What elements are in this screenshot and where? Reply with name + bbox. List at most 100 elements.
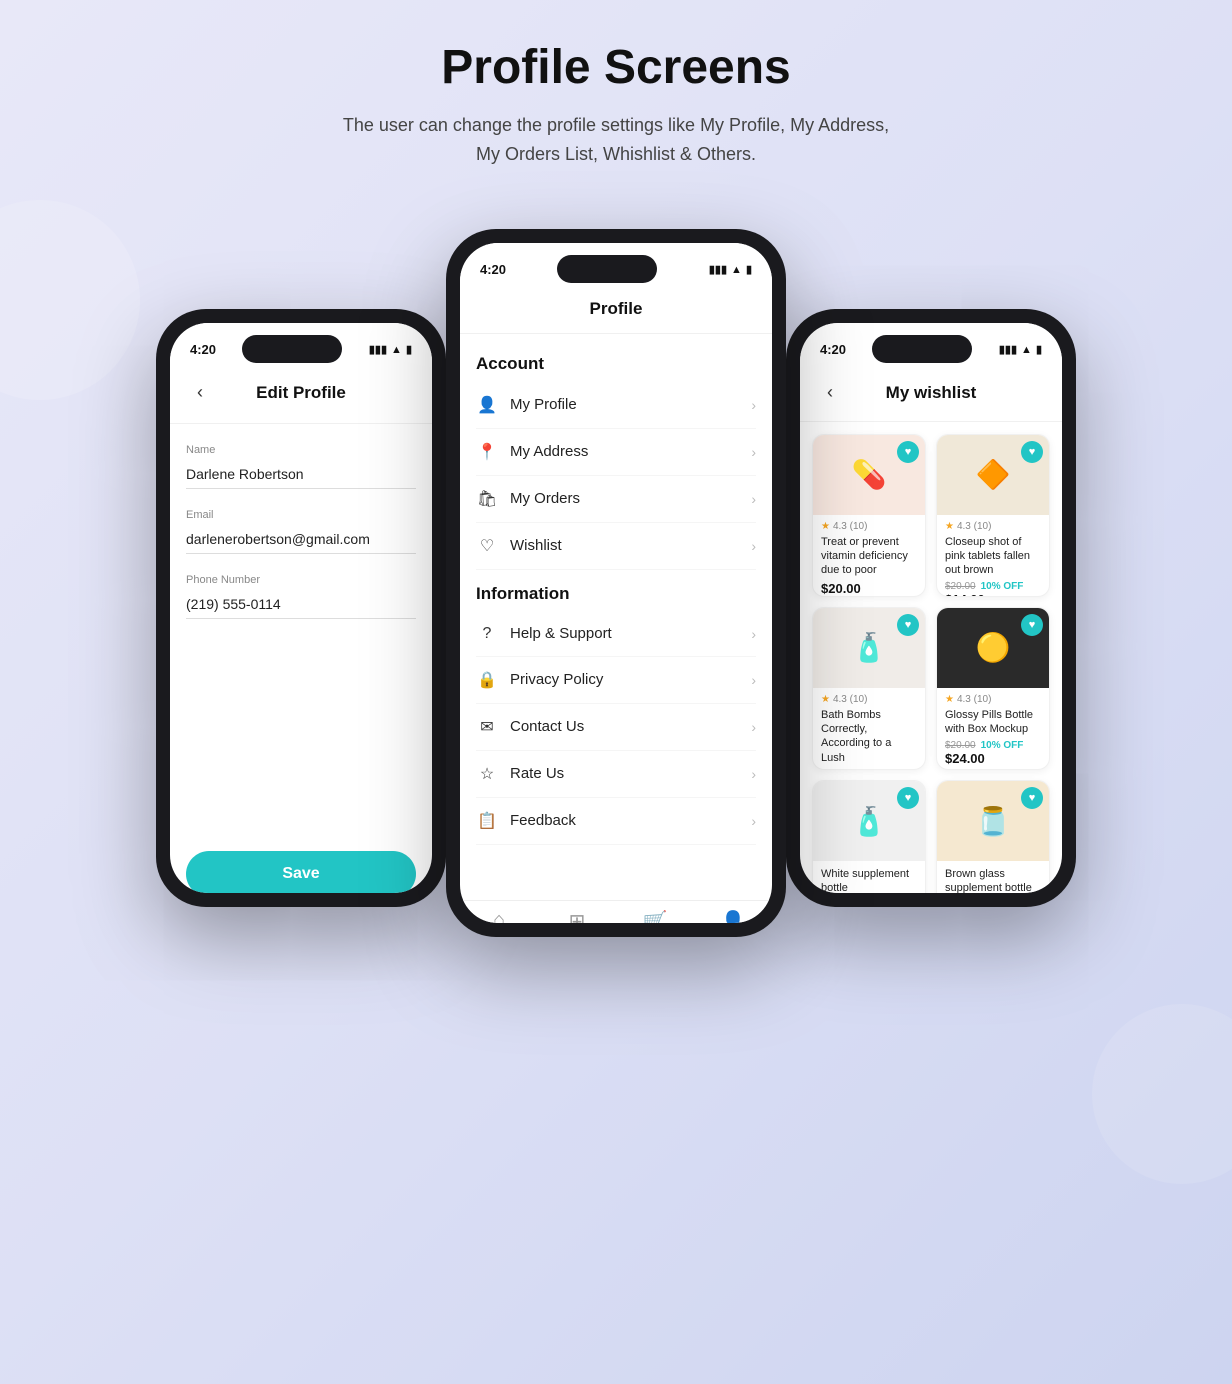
rating-value-3: 4.3 (10) (833, 694, 867, 705)
product-emoji-3: 🧴 (852, 631, 887, 664)
status-icons-center: ▮▮▮ ▲ ▮ (709, 263, 752, 276)
privacy-policy-chevron: › (751, 672, 756, 688)
email-input[interactable] (186, 525, 416, 554)
wishlist-chevron: › (751, 538, 756, 554)
status-bar-right: 4:20 ▮▮▮ ▲ ▮ (800, 323, 1062, 369)
menu-item-privacy-policy[interactable]: 🔒 Privacy Policy › (476, 657, 756, 704)
product-img-5: 🧴 ♥ (813, 781, 925, 861)
wishlist-heart-5: ♥ (897, 787, 919, 809)
product-rating-1: ★ 4.3 (10) (821, 521, 917, 532)
menu-item-my-address[interactable]: 📍 My Address › (476, 429, 756, 476)
save-button[interactable]: Save (186, 851, 416, 893)
help-support-chevron: › (751, 626, 756, 642)
email-label: Email (186, 509, 416, 521)
product-card-2[interactable]: 🔶 ♥ ★ 4.3 (10) Closeup shot of pink tabl… (936, 434, 1050, 597)
wishlist-heart-6: ♥ (1021, 787, 1043, 809)
name-label: Name (186, 444, 416, 456)
product-card-6[interactable]: 🫙 ♥ Brown glass supplement bottle (936, 780, 1050, 893)
back-button[interactable]: ‹ (186, 379, 214, 407)
feedback-label: Feedback (510, 812, 751, 829)
dynamic-island-left (242, 335, 342, 363)
menu-item-rate-us[interactable]: ☆ Rate Us › (476, 751, 756, 798)
phones-row: 4:20 ▮▮▮ ▲ ▮ ‹ Edit Profile Name (66, 229, 1166, 937)
phone-profile-menu: 4:20 ▮▮▮ ▲ ▮ Profile Account 👤 My Profil… (446, 229, 786, 937)
product-info-4: ★ 4.3 (10) Glossy Pills Bottle with Box … (937, 688, 1049, 770)
product-info-2: ★ 4.3 (10) Closeup shot of pink tablets … (937, 515, 1049, 597)
profile-nav-icon: 👤 (721, 909, 746, 923)
product-img-2: 🔶 ♥ (937, 435, 1049, 515)
page-title: Profile Screens (441, 40, 791, 95)
help-support-icon: ? (476, 625, 498, 643)
product-rating-2: ★ 4.3 (10) (945, 521, 1041, 532)
privacy-policy-label: Privacy Policy (510, 671, 751, 688)
product-price-4: $24.00 (945, 751, 1041, 766)
product-card-3[interactable]: 🧴 ♥ ★ 4.3 (10) Bath Bombs Correctly, Acc… (812, 607, 926, 770)
wishlist-heart-1: ♥ (897, 441, 919, 463)
product-price-1: $20.00 (821, 581, 917, 596)
help-support-label: Help & Support (510, 625, 751, 642)
bottom-nav: ⌂ Home ⊞ Categories 🛒 Cart 👤 Profile (460, 900, 772, 923)
back-button-wishlist[interactable]: ‹ (816, 379, 844, 407)
wishlist-heart-2: ♥ (1021, 441, 1043, 463)
nav-cart[interactable]: 🛒 Cart (616, 909, 694, 923)
wishlist-label: Wishlist (510, 537, 751, 554)
contact-us-chevron: › (751, 719, 756, 735)
my-address-icon: 📍 (476, 442, 498, 462)
name-input[interactable] (186, 460, 416, 489)
menu-body: Account 👤 My Profile › 📍 My Address › 🛍 … (460, 334, 772, 900)
product-card-5[interactable]: 🧴 ♥ White supplement bottle (812, 780, 926, 893)
discount-3: 10% OFF (857, 769, 900, 770)
product-card-4[interactable]: 🟡 ♥ ★ 4.3 (10) Glossy Pills Bottle with … (936, 607, 1050, 770)
original-price-4: $20.00 (945, 740, 976, 751)
dynamic-island-right (872, 335, 972, 363)
product-info-5: White supplement bottle (813, 861, 925, 893)
profile-menu-title: Profile (460, 289, 772, 334)
my-address-chevron: › (751, 444, 756, 460)
phone-label: Phone Number (186, 574, 416, 586)
product-emoji-2: 🔶 (976, 458, 1011, 491)
nav-profile[interactable]: 👤 Profile (694, 909, 772, 923)
nav-categories[interactable]: ⊞ Categories (538, 909, 616, 923)
time-right: 4:20 (820, 342, 846, 357)
product-name-4: Glossy Pills Bottle with Box Mockup (945, 708, 1041, 737)
menu-item-my-orders[interactable]: 🛍 My Orders › (476, 476, 756, 523)
my-profile-icon: 👤 (476, 395, 498, 415)
my-orders-icon: 🛍 (476, 489, 498, 509)
rate-us-label: Rate Us (510, 765, 751, 782)
product-img-6: 🫙 ♥ (937, 781, 1049, 861)
wishlist-screen: 4:20 ▮▮▮ ▲ ▮ ‹ My wishlist 💊 (800, 323, 1062, 893)
wishlist-content: ‹ My wishlist 💊 ♥ ★ 4.3 (10) (800, 369, 1062, 893)
phone-input[interactable] (186, 590, 416, 619)
profile-menu-content: Profile Account 👤 My Profile › 📍 My Addr… (460, 289, 772, 923)
price-row-2: $20.00 10% OFF (945, 581, 1041, 592)
price-row-4: $20.00 10% OFF (945, 740, 1041, 751)
edit-profile-header: ‹ Edit Profile (170, 369, 432, 424)
product-emoji-5: 🧴 (852, 805, 887, 838)
phone-field-group: Phone Number (186, 574, 416, 619)
phone-edit-profile: 4:20 ▮▮▮ ▲ ▮ ‹ Edit Profile Name (156, 309, 446, 907)
menu-item-contact-us[interactable]: ✉ Contact Us › (476, 704, 756, 751)
status-bar-center: 4:20 ▮▮▮ ▲ ▮ (460, 243, 772, 289)
phone-wishlist: 4:20 ▮▮▮ ▲ ▮ ‹ My wishlist 💊 (786, 309, 1076, 907)
battery-icon: ▮ (406, 343, 412, 356)
menu-item-help-support[interactable]: ? Help & Support › (476, 612, 756, 657)
product-rating-3: ★ 4.3 (10) (821, 694, 917, 705)
price-row-3: $20.00 10% OFF (821, 769, 917, 770)
wishlist-header: ‹ My wishlist (800, 369, 1062, 422)
nav-home[interactable]: ⌂ Home (460, 909, 538, 923)
product-emoji-1: 💊 (852, 458, 887, 491)
page-subtitle: The user can change the profile settings… (336, 111, 896, 169)
menu-item-wishlist[interactable]: ♡ Wishlist › (476, 523, 756, 570)
product-card-1[interactable]: 💊 ♥ ★ 4.3 (10) Treat or prevent vitamin … (812, 434, 926, 597)
my-profile-chevron: › (751, 397, 756, 413)
rate-us-chevron: › (751, 766, 756, 782)
product-info-1: ★ 4.3 (10) Treat or prevent vitamin defi… (813, 515, 925, 597)
cart-nav-icon: 🛒 (643, 909, 668, 923)
signal-icon: ▮▮▮ (709, 263, 727, 276)
menu-item-feedback[interactable]: 📋 Feedback › (476, 798, 756, 845)
wishlist-heart-3: ♥ (897, 614, 919, 636)
menu-item-my-profile[interactable]: 👤 My Profile › (476, 382, 756, 429)
edit-profile-screen: 4:20 ▮▮▮ ▲ ▮ ‹ Edit Profile Name (170, 323, 432, 893)
profile-menu-screen: 4:20 ▮▮▮ ▲ ▮ Profile Account 👤 My Profil… (460, 243, 772, 923)
discount-4: 10% OFF (981, 740, 1024, 751)
